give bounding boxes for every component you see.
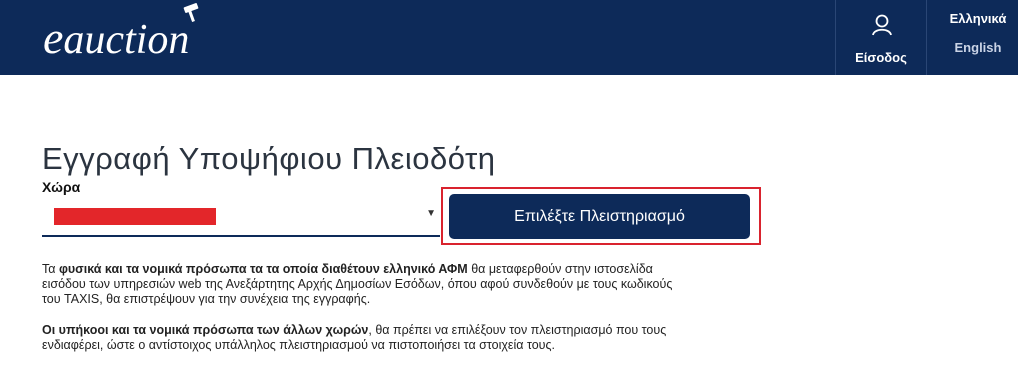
top-bar: eauction Είσοδος Ελληνικά English xyxy=(0,0,1018,75)
language-english[interactable]: English xyxy=(948,40,1008,55)
gavel-icon xyxy=(183,3,199,22)
login-label: Είσοδος xyxy=(855,50,907,65)
header-divider xyxy=(926,0,927,75)
user-icon xyxy=(872,14,892,36)
country-select-value-redacted xyxy=(54,208,216,225)
eauction-logo[interactable]: eauction xyxy=(43,14,189,64)
info-paragraph-greek-tax: Τα φυσικά και τα νομικά πρόσωπα τα τα οπ… xyxy=(42,262,673,306)
dropdown-caret-icon: ▼ xyxy=(426,208,436,219)
info-paragraph-foreign: Οι υπήκοοι και τα νομικά πρόσωπα των άλλ… xyxy=(42,323,667,352)
page-title: Εγγραφή Υποψήφιου Πλειοδότη xyxy=(42,140,496,176)
country-label: Χώρα xyxy=(42,179,81,195)
language-greek[interactable]: Ελληνικά xyxy=(948,11,1008,26)
login-button[interactable]: Είσοδος xyxy=(836,0,926,75)
select-auction-button[interactable]: Επιλέξτε Πλειστηριασμό xyxy=(449,194,750,239)
country-select[interactable]: ▼ xyxy=(42,197,440,237)
